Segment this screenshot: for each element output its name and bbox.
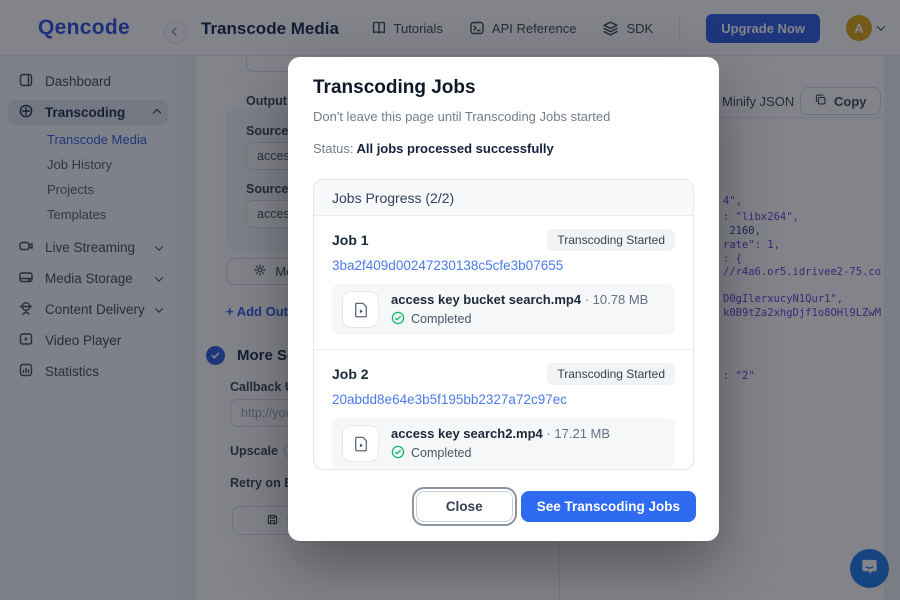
status-line: Status: All jobs processed successfully — [313, 141, 554, 156]
close-button[interactable]: Close — [415, 491, 513, 522]
status-badge: Transcoding Started — [547, 229, 675, 251]
job-name: Job 1 — [332, 232, 369, 248]
file-size: 10.78 MB — [592, 291, 649, 307]
status-value: All jobs processed successfully — [356, 141, 554, 156]
completed-check-icon — [391, 311, 405, 328]
modal-title: Transcoding Jobs — [313, 77, 476, 98]
file-size: 17.21 MB — [554, 425, 611, 441]
status-label: Status: — [313, 141, 354, 156]
file-name: access key bucket search.mp4 — [391, 291, 582, 307]
jobs-progress-panel: Jobs Progress (2/2) Job 1 Transcoding St… — [313, 179, 694, 470]
see-transcoding-jobs-button[interactable]: See Transcoding Jobs — [520, 491, 696, 522]
status-badge: Transcoding Started — [547, 363, 675, 385]
file-name: access key search2.mp4 — [391, 425, 543, 441]
app-root: Qencode Transcode Media Tutorials — [0, 0, 900, 600]
file-status: Completed — [411, 446, 472, 460]
job-name: Job 2 — [332, 366, 369, 382]
dot-separator: · — [546, 425, 551, 441]
file-card: access key bucket search.mp4 · 10.78 MB … — [332, 284, 675, 335]
file-status: Completed — [411, 312, 472, 326]
completed-check-icon — [391, 445, 405, 462]
job-uuid-link[interactable]: 20abdd8e64e3b5f195bb2327a72c97ec — [332, 392, 675, 407]
video-file-icon — [342, 425, 379, 462]
job-row: Job 1 Transcoding Started 3ba2f409d00247… — [314, 216, 693, 349]
job-uuid-link[interactable]: 3ba2f409d00247230138c5cfe3b07655 — [332, 258, 675, 273]
dot-separator: · — [584, 291, 590, 307]
file-card: access key search2.mp4 · 17.21 MB Comple… — [332, 418, 675, 469]
job-row: Job 2 Transcoding Started 20abdd8e64e3b5… — [314, 349, 693, 469]
video-file-icon — [342, 291, 379, 328]
jobs-progress-header: Jobs Progress (2/2) — [314, 180, 693, 216]
modal-subtitle: Don't leave this page until Transcoding … — [313, 109, 611, 124]
transcoding-jobs-modal: Transcoding Jobs Don't leave this page u… — [288, 57, 719, 541]
